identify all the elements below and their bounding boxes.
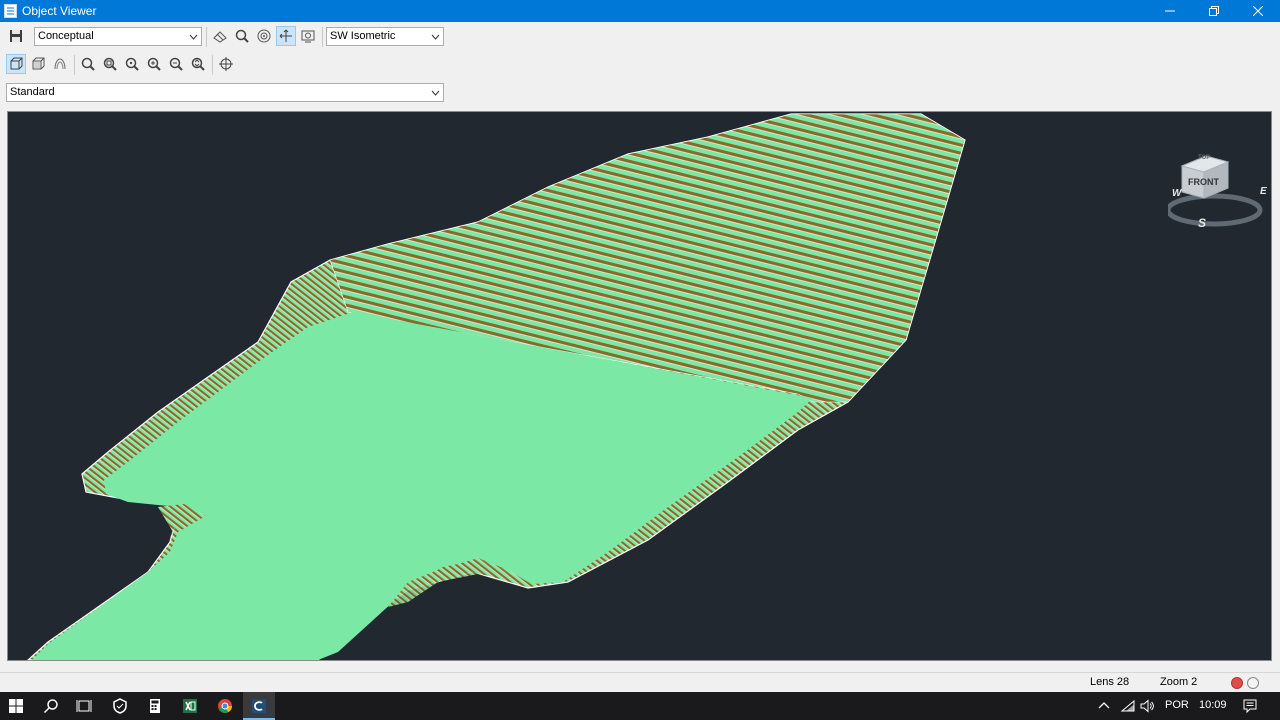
toolbar-separator — [206, 27, 207, 47]
zoom-realtime-icon — [81, 57, 95, 71]
window-title: Object Viewer — [22, 4, 97, 18]
civil3d-icon — [252, 699, 266, 713]
taskbar: POR 10:09 — [0, 692, 1280, 720]
toolbar-row-1: Conceptual SW Isometric — [0, 24, 448, 50]
close-button[interactable] — [1236, 0, 1280, 22]
zoom-window-icon — [103, 57, 117, 71]
zoom-out-button[interactable] — [166, 54, 186, 74]
compass-e-label[interactable]: E — [1260, 186, 1267, 197]
taskbar-app-calculator[interactable] — [145, 696, 165, 716]
close-icon — [1253, 6, 1263, 16]
steering-icon — [301, 30, 315, 43]
viewcube-top-label[interactable]: TOP — [1198, 155, 1210, 161]
visual-style-value: Conceptual — [38, 30, 94, 42]
pan-icon — [279, 29, 292, 42]
volume-button[interactable] — [1137, 696, 1157, 716]
language-indicator[interactable]: POR — [1165, 699, 1189, 711]
taskbar-app-shield[interactable] — [110, 696, 130, 716]
view-style-dropdown[interactable]: Standard — [6, 83, 444, 102]
zoom-center-icon — [125, 57, 139, 71]
hidden-icon — [54, 58, 66, 70]
zoom-button[interactable] — [232, 26, 252, 46]
top-view-button[interactable] — [28, 54, 48, 74]
toolbar-separator — [74, 55, 75, 75]
document-icon — [4, 4, 17, 18]
compass-w-label[interactable]: W — [1172, 188, 1181, 199]
pan-target-button[interactable] — [216, 54, 236, 74]
zoom-center-button[interactable] — [122, 54, 142, 74]
show-hidden-icons-button[interactable] — [1094, 696, 1114, 716]
pan-target-icon — [219, 57, 233, 71]
title-bar: Object Viewer — [0, 0, 1280, 22]
zoom-in-icon — [147, 57, 161, 71]
restore-button[interactable] — [1192, 0, 1236, 22]
search-button[interactable] — [41, 696, 61, 716]
task-view-button[interactable] — [74, 696, 94, 716]
visual-style-toggle-icon — [213, 31, 227, 43]
toolbar-row-3: Standard — [0, 82, 448, 108]
minimize-icon — [1165, 10, 1175, 12]
view-preset-dropdown[interactable]: SW Isometric — [326, 27, 444, 46]
front-view-button[interactable] — [6, 54, 26, 74]
clock[interactable]: 10:09 — [1199, 699, 1227, 711]
pan-button[interactable] — [276, 26, 296, 46]
notification-icon — [1243, 699, 1257, 714]
taskbar-app-civil3d[interactable] — [249, 696, 269, 716]
zoom-window-button[interactable] — [100, 54, 120, 74]
orbit-icon — [257, 29, 271, 43]
save-icon — [10, 30, 22, 42]
start-button[interactable] — [6, 696, 26, 716]
chevron-down-icon — [431, 84, 440, 101]
steering-button[interactable] — [298, 26, 318, 46]
restore-icon — [1209, 6, 1219, 16]
view-style-value: Standard — [10, 86, 55, 98]
viewcube[interactable]: FRONT TOP W E S — [1168, 152, 1268, 232]
hidden-view-button[interactable] — [50, 54, 70, 74]
zoom-extents-button[interactable] — [188, 54, 208, 74]
shield-icon — [113, 698, 127, 714]
toolbar-row-2 — [0, 52, 448, 78]
calculator-icon — [150, 699, 160, 713]
action-center-button[interactable] — [1240, 696, 1260, 716]
toolbar-separator — [212, 55, 213, 75]
zoom-status: Zoom 2 — [1160, 676, 1198, 688]
zoom-icon — [235, 29, 249, 43]
chevron-up-icon — [1098, 702, 1110, 709]
excel-icon — [183, 699, 197, 713]
terrain-surface-model — [27, 113, 966, 660]
idle-indicator-icon[interactable] — [1247, 677, 1259, 689]
chrome-icon — [218, 699, 232, 713]
taskbar-app-excel[interactable] — [180, 696, 200, 716]
network-button[interactable] — [1118, 696, 1138, 716]
task-view-icon — [76, 700, 92, 712]
zoom-realtime-button[interactable] — [78, 54, 98, 74]
speaker-icon — [1140, 699, 1154, 713]
lens-status: Lens 28 — [1090, 676, 1130, 688]
view-preset-value: SW Isometric — [330, 30, 396, 42]
orbit-button[interactable] — [254, 26, 274, 46]
wifi-icon — [1120, 699, 1135, 712]
windows-logo-icon — [9, 699, 23, 713]
zoom-out-icon — [169, 57, 183, 71]
taskbar-app-chrome[interactable] — [215, 696, 235, 716]
minimize-button[interactable] — [1148, 0, 1192, 22]
visual-style-toggle-button[interactable] — [210, 26, 230, 46]
zoom-extents-icon — [191, 57, 205, 71]
viewcube-graphic — [1168, 155, 1263, 227]
front-view-icon — [10, 57, 23, 70]
zoom-in-button[interactable] — [144, 54, 164, 74]
3d-viewport[interactable]: FRONT TOP W E S — [7, 111, 1272, 661]
compass-s-label[interactable]: S — [1198, 216, 1206, 230]
chevron-down-icon — [431, 28, 440, 45]
search-icon — [43, 699, 58, 714]
record-indicator-icon[interactable] — [1231, 677, 1243, 689]
status-bar: Lens 28 Zoom 2 — [0, 672, 1280, 692]
toolbar-separator — [322, 27, 323, 47]
save-button[interactable] — [6, 26, 26, 46]
chevron-down-icon — [189, 28, 198, 45]
visual-style-dropdown[interactable]: Conceptual — [34, 27, 202, 46]
top-view-icon — [32, 57, 45, 70]
viewcube-front-label[interactable]: FRONT — [1188, 177, 1219, 187]
